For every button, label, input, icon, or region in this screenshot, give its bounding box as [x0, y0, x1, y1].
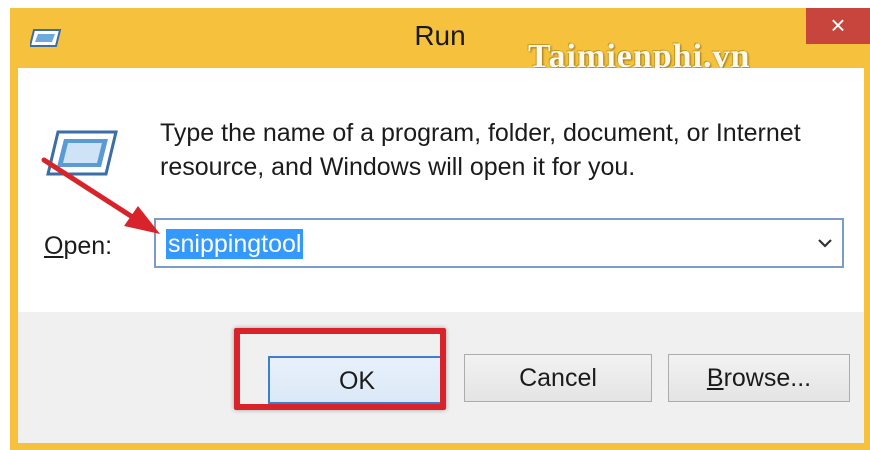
- open-label-text: pen:: [63, 232, 113, 260]
- ok-highlight-annotation: [234, 328, 446, 410]
- browse-mnemonic: B: [706, 364, 724, 392]
- browse-button[interactable]: Browse...: [668, 354, 850, 402]
- run-program-icon: [46, 130, 118, 176]
- close-icon: ×: [830, 10, 846, 40]
- open-label: Open:: [44, 232, 112, 261]
- open-combobox[interactable]: snippingtool: [154, 218, 844, 268]
- chevron-down-icon[interactable]: [816, 234, 834, 252]
- description-line-2: resource, and Windows will open it for y…: [160, 153, 636, 181]
- dialog-description: Type the name of a program, folder, docu…: [160, 116, 850, 184]
- browse-label: rowse...: [723, 364, 812, 392]
- open-label-mnemonic: O: [44, 232, 64, 260]
- open-input-value[interactable]: snippingtool: [166, 229, 304, 259]
- close-button[interactable]: ×: [806, 8, 870, 44]
- description-line-1: Type the name of a program, folder, docu…: [160, 119, 801, 147]
- title-bar[interactable]: Run Taimienphi.vn ×: [10, 8, 870, 75]
- cancel-button[interactable]: Cancel: [464, 354, 652, 402]
